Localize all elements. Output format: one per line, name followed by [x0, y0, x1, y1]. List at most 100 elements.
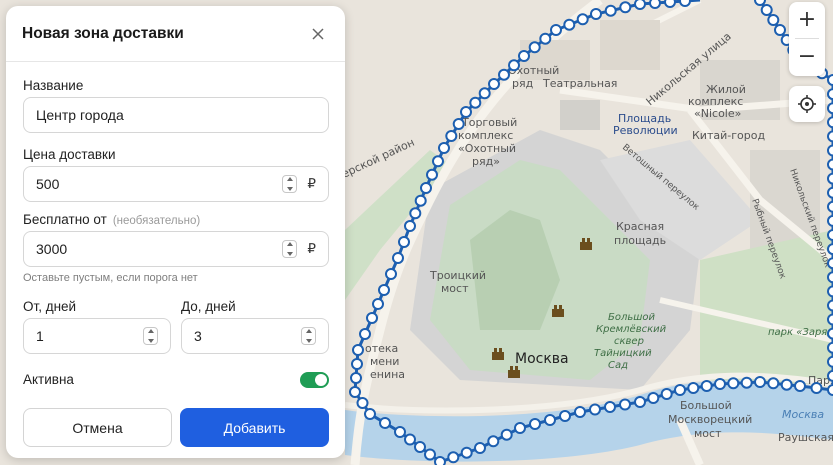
zone-vertex-handle[interactable] — [727, 377, 740, 390]
zone-vertex-handle[interactable] — [827, 257, 833, 270]
zone-vertex-handle[interactable] — [351, 358, 363, 370]
zone-vertex-handle[interactable] — [379, 417, 391, 429]
zone-vertex-handle[interactable] — [424, 448, 436, 461]
zone-vertex-handle[interactable] — [740, 376, 753, 389]
zone-vertex-handle[interactable] — [827, 130, 833, 143]
zone-vertex-handle[interactable] — [420, 182, 432, 194]
zone-vertex-handle[interactable] — [529, 418, 541, 430]
from-days-stepper[interactable] — [143, 327, 158, 345]
zone-vertex-handle[interactable] — [767, 377, 780, 390]
zone-vertex-handle[interactable] — [518, 50, 530, 62]
zone-vertex-handle[interactable] — [827, 74, 833, 86]
zone-vertex-handle[interactable] — [634, 0, 646, 10]
name-input[interactable]: Центр города — [23, 97, 329, 133]
zone-vertex-handle[interactable] — [767, 14, 780, 26]
zone-vertex-handle[interactable] — [539, 32, 552, 45]
zone-vertex-handle[interactable] — [590, 8, 602, 20]
zone-vertex-handle[interactable] — [827, 369, 833, 382]
close-button[interactable] — [307, 23, 329, 45]
zone-vertex-handle[interactable] — [679, 0, 691, 7]
zone-vertex-handle[interactable] — [356, 397, 369, 409]
zone-vertex-handle[interactable] — [664, 0, 676, 8]
zone-vertex-handle[interactable] — [760, 4, 773, 16]
zone-vertex-handle[interactable] — [426, 168, 438, 181]
zone-vertex-handle[interactable] — [647, 392, 660, 404]
free-from-input[interactable]: 3000 ₽ — [23, 231, 329, 267]
zone-vertex-handle[interactable] — [488, 78, 500, 90]
zone-vertex-handle[interactable] — [827, 200, 833, 213]
zone-vertex-handle[interactable] — [372, 298, 384, 310]
zone-vertex-handle[interactable] — [404, 220, 416, 232]
zone-vertex-handle[interactable] — [827, 313, 833, 326]
zone-vertex-handle[interactable] — [794, 380, 806, 392]
zone-vertex-handle[interactable] — [827, 299, 833, 312]
zone-vertex-handle[interactable] — [827, 384, 833, 396]
zone-vertex-handle[interactable] — [404, 433, 416, 446]
zone-vertex-handle[interactable] — [432, 155, 444, 168]
zone-vertex-handle[interactable] — [359, 328, 371, 340]
zone-vertex-handle[interactable] — [827, 355, 833, 368]
zone-vertex-handle[interactable] — [754, 376, 766, 388]
zone-vertex-handle[interactable] — [438, 142, 450, 154]
zone-vertex-handle[interactable] — [827, 214, 833, 227]
zone-vertex-handle[interactable] — [827, 243, 833, 256]
zone-vertex-handle[interactable] — [827, 144, 833, 157]
zone-vertex-handle[interactable] — [352, 344, 364, 356]
zone-vertex-handle[interactable] — [634, 396, 646, 408]
zone-vertex-handle[interactable] — [508, 59, 520, 72]
zone-vertex-handle[interactable] — [649, 0, 661, 9]
zone-vertex-handle[interactable] — [827, 271, 833, 284]
zone-vertex-handle[interactable] — [414, 441, 426, 453]
zone-vertex-handle[interactable] — [409, 207, 422, 220]
zone-vertex-handle[interactable] — [394, 426, 406, 438]
cancel-button[interactable]: Отмена — [23, 408, 172, 447]
zone-vertex-handle[interactable] — [827, 172, 833, 185]
zone-vertex-handle[interactable] — [498, 68, 510, 81]
add-button[interactable]: Добавить — [180, 408, 329, 447]
zone-vertex-handle[interactable] — [660, 388, 673, 400]
zone-vertex-handle[interactable] — [447, 451, 460, 464]
zone-vertex-handle[interactable] — [350, 372, 362, 384]
zoom-in-button[interactable]: + — [789, 2, 825, 38]
zone-vertex-handle[interactable] — [474, 442, 486, 454]
zone-vertex-handle[interactable] — [619, 398, 631, 411]
zone-vertex-handle[interactable] — [674, 384, 686, 396]
zone-vertex-handle[interactable] — [460, 106, 472, 118]
to-days-input[interactable]: 3 — [181, 318, 329, 354]
zone-vertex-handle[interactable] — [528, 41, 541, 54]
from-days-input[interactable]: 1 — [23, 318, 171, 354]
zone-vertex-handle[interactable] — [827, 158, 833, 171]
zone-vertex-handle[interactable] — [576, 13, 589, 26]
zone-vertex-handle[interactable] — [574, 406, 586, 418]
zone-vertex-handle[interactable] — [827, 285, 833, 298]
zone-vertex-handle[interactable] — [810, 382, 823, 394]
zone-vertex-handle[interactable] — [559, 410, 571, 422]
zone-vertex-handle[interactable] — [604, 4, 617, 17]
zone-vertex-handle[interactable] — [589, 403, 601, 416]
zone-vertex-handle[interactable] — [780, 378, 793, 391]
zone-vertex-handle[interactable] — [714, 378, 726, 390]
zone-vertex-handle[interactable] — [500, 428, 513, 441]
zone-vertex-handle[interactable] — [827, 341, 833, 354]
zone-vertex-handle[interactable] — [700, 380, 713, 392]
zone-vertex-handle[interactable] — [687, 382, 700, 394]
zone-vertex-handle[interactable] — [414, 194, 427, 207]
zone-vertex-handle[interactable] — [604, 401, 616, 413]
zone-vertex-handle[interactable] — [827, 102, 833, 115]
active-toggle[interactable] — [300, 372, 329, 388]
zone-vertex-handle[interactable] — [434, 456, 446, 465]
zone-vertex-handle[interactable] — [563, 18, 576, 31]
zone-vertex-handle[interactable] — [364, 408, 376, 420]
zone-vertex-handle[interactable] — [349, 386, 361, 398]
zone-vertex-handle[interactable] — [478, 87, 491, 100]
zone-vertex-handle[interactable] — [392, 252, 404, 264]
zone-vertex-handle[interactable] — [514, 422, 526, 434]
zone-vertex-handle[interactable] — [452, 118, 465, 130]
to-days-stepper[interactable] — [301, 327, 316, 345]
zone-vertex-handle[interactable] — [827, 116, 833, 129]
zone-vertex-handle[interactable] — [445, 130, 458, 142]
price-input[interactable]: 500 ₽ — [23, 166, 329, 202]
price-stepper[interactable] — [282, 175, 298, 193]
zone-vertex-handle[interactable] — [827, 186, 833, 199]
zone-vertex-handle[interactable] — [550, 24, 562, 36]
